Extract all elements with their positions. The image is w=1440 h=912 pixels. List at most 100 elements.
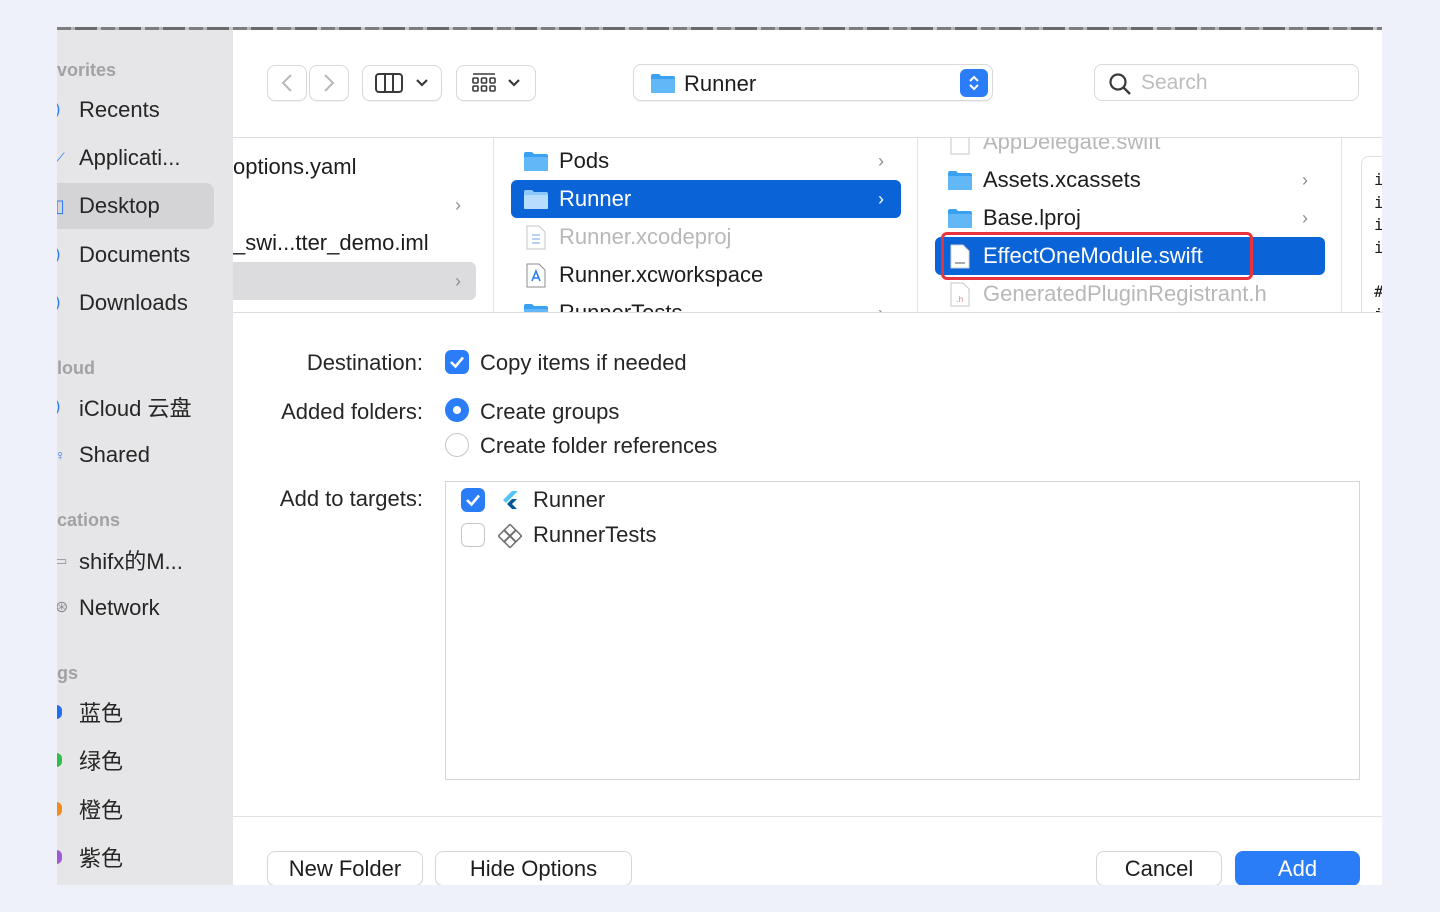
- chevron-down-icon: [416, 79, 428, 87]
- svg-text:.h: .h: [956, 295, 964, 304]
- preview-line: i: [1374, 214, 1382, 237]
- sidebar-item-recents[interactable]: ) Recents: [57, 87, 214, 133]
- tag-color-icon: [57, 753, 62, 767]
- sidebar-item-network[interactable]: ⊛ Network: [57, 585, 214, 631]
- sidebar-item-label: Shared: [79, 442, 150, 467]
- list-item[interactable]: Runner.xcodeproj: [511, 218, 901, 256]
- preview-line: i: [1374, 304, 1382, 313]
- chevron-right-icon: ›: [878, 188, 884, 209]
- cancel-button[interactable]: Cancel: [1096, 851, 1222, 885]
- file-preview: i i i i # i: [1361, 156, 1382, 313]
- sidebar-item-tag-blue[interactable]: 蓝色: [57, 689, 214, 735]
- chevron-right-icon: ›: [878, 150, 884, 171]
- list-item[interactable]: Pods ›: [511, 142, 901, 180]
- sidebar-item-tag-orange[interactable]: 橙色: [57, 786, 214, 832]
- sidebar-heading-icloud: loud: [57, 358, 95, 378]
- sidebar-item-label: 蓝色: [79, 701, 124, 726]
- checkmark-icon: [450, 356, 464, 369]
- list-item[interactable]: AppDelegate.swift: [935, 138, 1325, 161]
- tag-color-icon: [57, 850, 62, 864]
- target-runnertests-label: RunnerTests: [533, 522, 657, 547]
- list-item[interactable]: RunnerTests ›: [511, 294, 901, 313]
- chevron-right-icon: ›: [1302, 169, 1308, 190]
- test-bundle-icon: [498, 524, 522, 548]
- chevron-right-icon: [324, 74, 335, 92]
- location-popup[interactable]: Runner: [633, 64, 993, 101]
- list-item-label: Assets.xcassets: [983, 167, 1141, 192]
- sidebar-item-label: Downloads: [79, 290, 188, 315]
- sidebar-item-tag-purple[interactable]: 紫色: [57, 834, 214, 880]
- list-item[interactable]: ›: [233, 186, 493, 224]
- create-folder-references-label: Create folder references: [480, 433, 718, 458]
- popup-stepper-icon: [960, 69, 988, 97]
- add-to-targets-label: Add to targets:: [279, 486, 423, 511]
- sidebar-item-label: Applicati...: [79, 145, 181, 170]
- folder-icon: [524, 189, 548, 209]
- list-item-label: Runner: [559, 186, 632, 211]
- list-item-label: Runner.xcodeproj: [559, 224, 732, 249]
- sidebar-heading-locations: cations: [57, 510, 121, 530]
- sidebar-item-label: shifx的M...: [79, 549, 183, 574]
- folder-icon: [948, 208, 972, 228]
- sidebar-item-applications[interactable]: ⟋ Applicati...: [57, 135, 214, 181]
- list-item-label: AppDelegate.swift: [983, 138, 1161, 154]
- sidebar-item-label: 紫色: [79, 846, 124, 871]
- create-folder-references-radio[interactable]: [445, 433, 469, 457]
- sidebar-heading-tags: gs: [57, 663, 79, 683]
- search-input[interactable]: [1141, 69, 1341, 97]
- list-item-label: Pods: [559, 148, 610, 173]
- group-by-button[interactable]: [456, 65, 536, 101]
- search-field[interactable]: [1094, 64, 1359, 101]
- list-item-label: Runner.xcworkspace: [559, 262, 764, 287]
- target-runnertests-checkbox[interactable]: [461, 523, 485, 547]
- highlight-annotation: [941, 232, 1253, 280]
- sidebar-item-tag-green[interactable]: 绿色: [57, 737, 214, 783]
- add-files-dialog: vorites ) Recents ⟋ Applicati... ▯ Deskt…: [57, 27, 1382, 885]
- xcodeproj-icon: [526, 225, 546, 249]
- download-icon: ): [57, 295, 67, 311]
- target-runner-label: Runner: [533, 487, 606, 512]
- sidebar-item-desktop[interactable]: ▯ Desktop: [57, 183, 214, 229]
- added-folders-label: Added folders:: [281, 399, 423, 424]
- sidebar-item-icloud-drive[interactable]: ) iCloud 云盘: [57, 384, 214, 430]
- copy-items-checkbox[interactable]: [445, 350, 469, 374]
- list-item[interactable]: options.yaml: [233, 148, 493, 186]
- chevron-right-icon: ›: [878, 302, 884, 313]
- add-button[interactable]: Add: [1235, 851, 1360, 885]
- list-item[interactable]: Assets.xcassets ›: [935, 161, 1325, 199]
- list-item-label: GeneratedPluginRegistrant.h: [983, 281, 1267, 306]
- columns-view-icon: [375, 73, 403, 93]
- preview-line: [1374, 259, 1382, 281]
- sidebar-item-documents[interactable]: ) Documents: [57, 232, 214, 278]
- list-item-label: _swi...tter_demo.iml: [233, 230, 429, 255]
- list-item[interactable]: Runner.xcworkspace: [511, 256, 901, 294]
- list-item-label: Base.lproj: [983, 205, 1081, 230]
- target-runner-checkbox[interactable]: [461, 488, 485, 512]
- sidebar-item-downloads[interactable]: ) Downloads: [57, 280, 214, 326]
- tag-color-icon: [57, 802, 62, 816]
- sidebar-item-computer[interactable]: ▭ shifx的M...: [57, 537, 214, 583]
- back-button[interactable]: [267, 65, 307, 101]
- list-item-selected[interactable]: Runner ›: [511, 180, 901, 218]
- sidebar-item-label: Desktop: [79, 193, 160, 218]
- new-folder-button[interactable]: New Folder: [267, 851, 423, 885]
- folder-icon: [524, 303, 548, 312]
- sidebar-item-shared[interactable]: ♀ Shared: [57, 432, 214, 478]
- chevron-right-icon: ›: [1302, 207, 1308, 228]
- list-item[interactable]: .h GeneratedPluginRegistrant.h: [935, 275, 1325, 312]
- document-icon: ): [57, 247, 67, 263]
- list-item[interactable]: _swi...tter_demo.iml: [233, 224, 493, 262]
- hide-options-button[interactable]: Hide Options: [435, 851, 632, 885]
- list-item-label: RunnerTests: [559, 300, 683, 313]
- sidebar-item-label: 绿色: [79, 749, 124, 774]
- create-groups-radio[interactable]: [445, 398, 469, 422]
- folder-icon: [948, 170, 972, 190]
- forward-button[interactable]: [309, 65, 349, 101]
- cloud-icon: ): [57, 399, 67, 415]
- chevron-down-icon: [508, 79, 520, 87]
- list-item-selected[interactable]: ›: [233, 262, 476, 300]
- shared-folder-icon: ♀: [57, 447, 66, 463]
- clock-icon: ): [57, 102, 67, 118]
- preview-line: i: [1374, 169, 1382, 192]
- view-mode-button[interactable]: [362, 65, 442, 101]
